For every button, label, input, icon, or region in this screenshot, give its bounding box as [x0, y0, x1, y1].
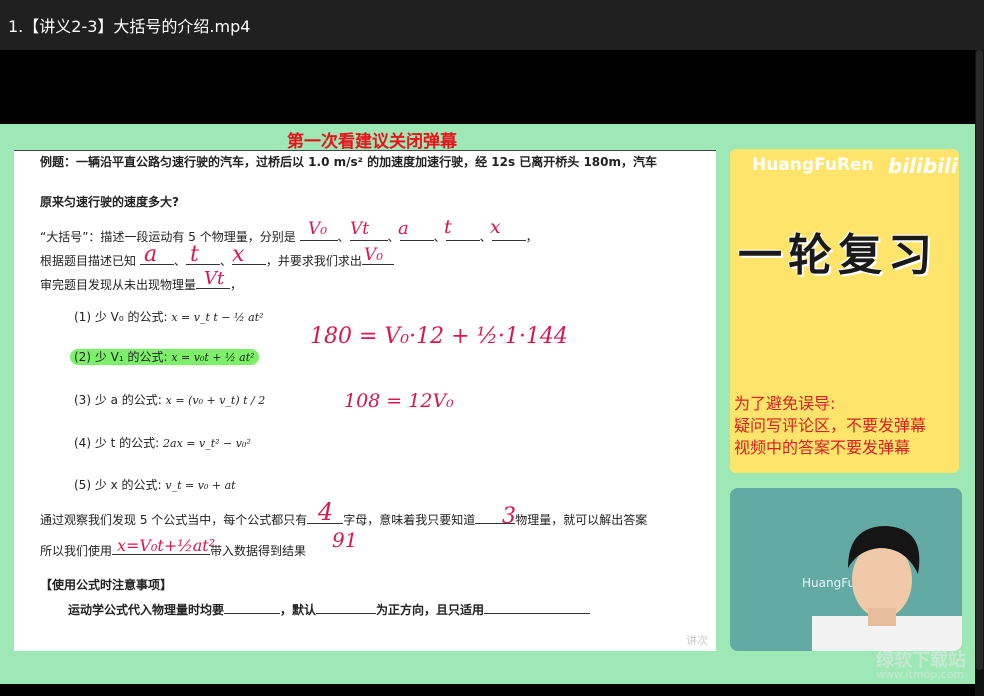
danmaku-warning: 第一次看建议关闭弹幕 — [287, 132, 457, 152]
hand-q2: Vt — [350, 219, 370, 239]
formula-2-expr: x = v₀t + ½ at² — [171, 351, 255, 364]
formula-3-label: (3) 少 a 的公式: — [74, 393, 162, 407]
formula-1-label: (1) 少 V₀ 的公式: — [74, 310, 168, 324]
hand-three: 3 — [502, 504, 516, 529]
known-line: 根据题目描述已知 、、，并要求我们求出 — [40, 252, 394, 269]
scrollbar-thumb[interactable] — [976, 50, 983, 670]
observation-c: 物理量，就可以解出答案 — [515, 513, 648, 527]
window-title: 1.【讲义2-3】大括号的介绍.mp4 — [8, 17, 251, 36]
known-line-suffix: ，并要求我们求出 — [265, 254, 362, 268]
blank-q1 — [299, 240, 338, 241]
hand-q4: t — [444, 216, 452, 238]
watermark-url: www.itmop.com — [876, 668, 965, 681]
bracket-line-text: “大括号”：描述一段运动有 5 个物理量，分别是 — [40, 230, 296, 244]
webcam-view: HuangFu — [730, 488, 962, 651]
scrollbar[interactable] — [975, 50, 984, 696]
hand-q3: a — [398, 218, 409, 239]
missing-line-text: 审完题目发现从未出现物理量 — [40, 278, 197, 292]
blank-notes-2 — [316, 613, 377, 614]
course-card: HuangFuRen bilibili 一轮复习 为了避免误导: 疑问写评论区，… — [730, 149, 959, 473]
use-a: 所以我们使用 — [40, 544, 113, 558]
course-title: 一轮复习 — [738, 230, 938, 281]
notes-b: ，默认 — [280, 603, 317, 617]
example-text: 例题：一辆沿平直公路匀速行驶的汽车，过桥后以 1.0 m/s² 的加速度加速行驶… — [40, 155, 658, 169]
formula-1: (1) 少 V₀ 的公式: x = v_t t − ½ at² — [74, 308, 264, 325]
hand-chosen-formula: x=V₀t+½at² — [117, 536, 216, 555]
notice-line-1: 为了避免误导: — [734, 394, 836, 413]
formula-1-expr: x = v_t t − ½ at² — [171, 311, 264, 324]
blank-notes-1 — [224, 613, 281, 614]
observation-b: 字母，意味着我只要知道 — [343, 513, 476, 527]
formula-4-label: (4) 少 t 的公式: — [74, 436, 160, 450]
question-text: 原来匀速行驶的速度多大? — [40, 195, 179, 209]
notes-a: 运动学公式代入物理量时均要 — [68, 603, 225, 617]
formula-3-expr: x = (v₀ + v_t) t / 2 — [165, 394, 266, 407]
formula-5: (5) 少 x 的公式: v_t = v₀ + at — [74, 476, 236, 493]
hand-equation-2: 108 = 12V₀ — [344, 390, 454, 412]
formula-5-expr: v_t = v₀ + at — [165, 479, 236, 492]
blank-q3 — [399, 240, 434, 241]
observation-line: 通过观察我们发现 5 个公式当中，每个公式都只有 字母，意味着我只要知道 物理量，就… — [40, 511, 647, 528]
hand-k3: x — [232, 242, 245, 267]
formula-4-expr: 2ax = v_t² − v₀² — [163, 437, 251, 450]
presenter-avatar — [812, 526, 962, 651]
formula-4: (4) 少 t 的公式: 2ax = v_t² − v₀² — [74, 434, 251, 451]
notice-line-3: 视频中的答案不要发弹幕 — [734, 438, 911, 457]
hand-k1: a — [144, 242, 158, 267]
bilibili-logo: bilibili — [888, 154, 958, 178]
brand-name: HuangFuRen — [752, 155, 874, 175]
formula-5-label: (5) 少 x 的公式: — [74, 478, 162, 492]
hand-q1: V₀ — [308, 219, 328, 239]
blank-q2 — [349, 240, 388, 241]
formula-2-label: (2) 少 V₁ 的公式: — [74, 350, 168, 364]
notes-c: 为正方向，且只适用 — [376, 603, 485, 617]
bracket-line: “大括号”：描述一段运动有 5 个物理量，分别是 、、、、， — [40, 230, 538, 244]
blank-q5 — [491, 240, 526, 241]
use-b: 带入数据得到结果 — [210, 544, 307, 558]
notes-title: 【使用公式时注意事项】 — [40, 578, 173, 592]
observation-a: 通过观察我们发现 5 个公式当中，每个公式都只有 — [40, 513, 308, 527]
notes-line: 运动学公式代入物理量时均要 ，默认 为正方向，且只适用 — [68, 601, 591, 618]
hand-missing: Vt — [204, 268, 225, 289]
formula-2: (2) 少 V₁ 的公式: x = v₀t + ½ at² — [70, 348, 259, 365]
hand-k2: t — [190, 242, 199, 267]
blank-notes-3 — [484, 613, 591, 614]
hand-four: 4 — [318, 498, 334, 526]
hand-q5: x — [490, 216, 501, 238]
blank-q4 — [445, 240, 480, 241]
formula-3: (3) 少 a 的公式: x = (v₀ + v_t) t / 2 — [74, 391, 265, 408]
known-line-text: 根据题目描述已知 — [40, 254, 137, 268]
title-bar: 1.【讲义2-3】大括号的介绍.mp4 — [0, 0, 984, 50]
hand-ninety-one: 91 — [332, 528, 358, 552]
notice-line-2: 疑问写评论区，不要发弹幕 — [734, 416, 927, 435]
hand-equation-1: 180 = V₀·12 + ½·1·144 — [310, 324, 568, 349]
hand-find: V₀ — [364, 245, 384, 265]
notice-text: 为了避免误导: 疑问写评论区，不要发弹幕 视频中的答案不要发弹幕 — [734, 393, 926, 459]
document-corner-mark: 讲次 — [686, 634, 708, 647]
